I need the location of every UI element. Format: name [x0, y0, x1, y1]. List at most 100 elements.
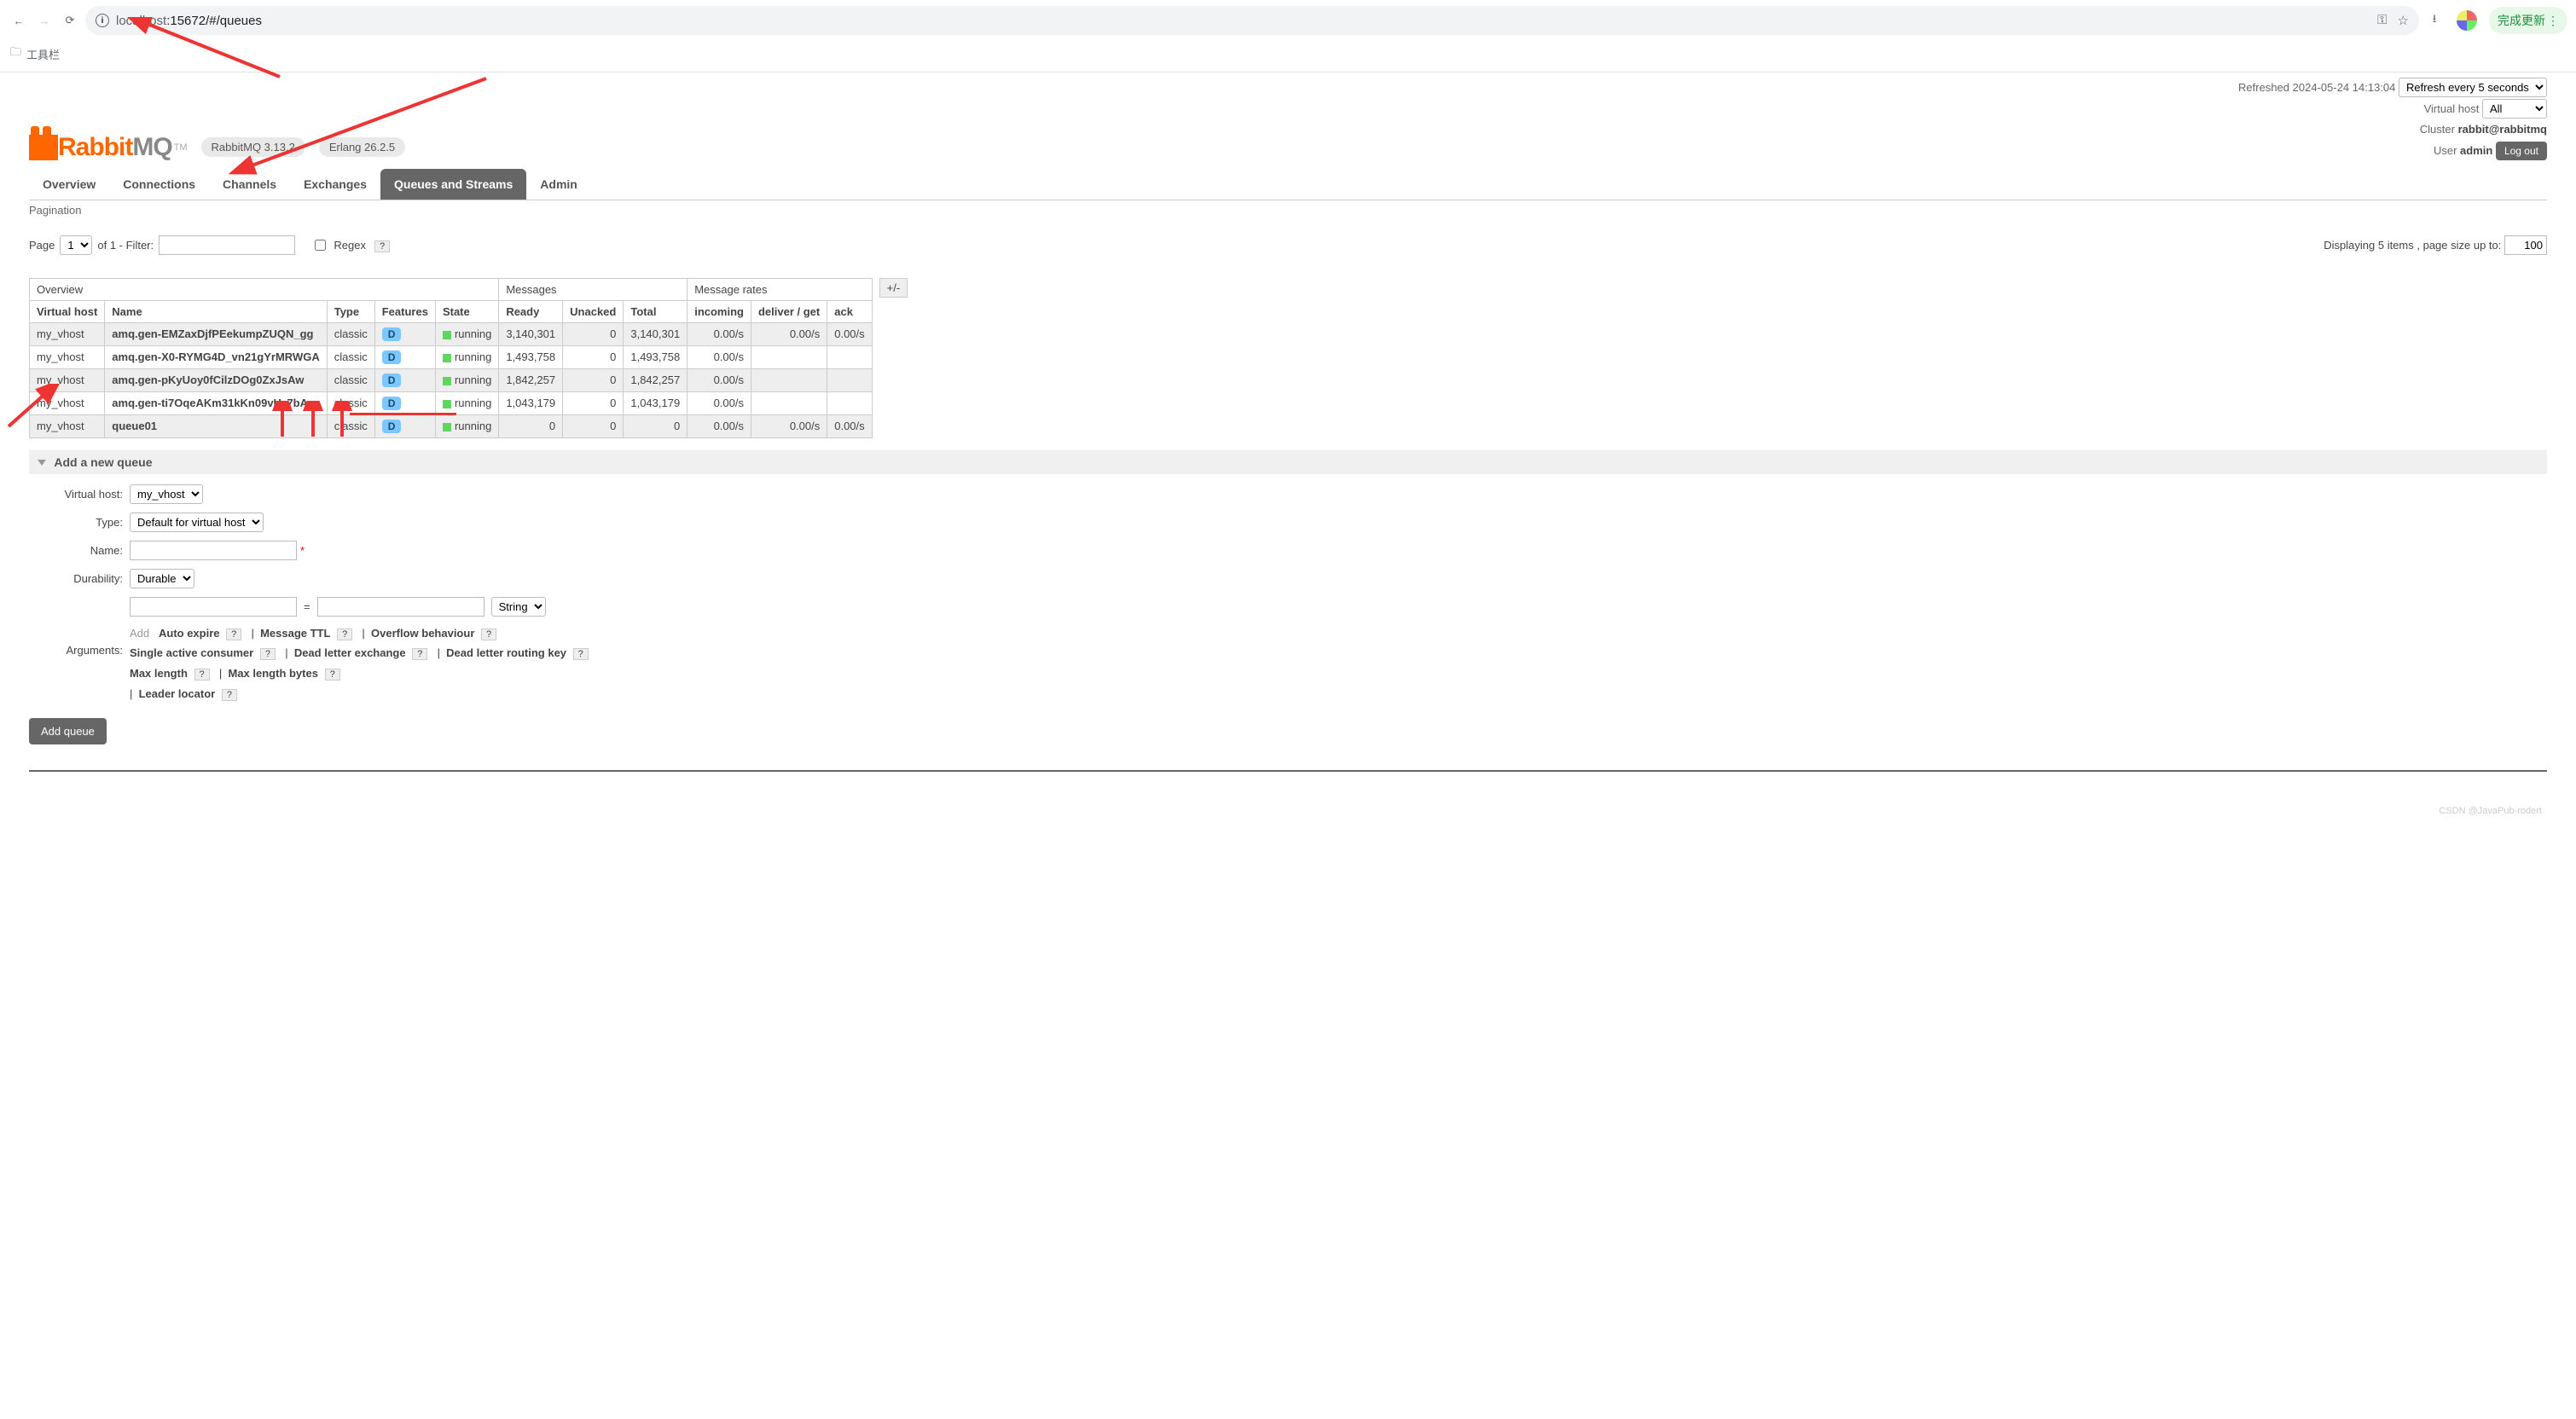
tab-connections[interactable]: Connections — [109, 169, 209, 200]
of-label: of 1 - Filter: — [97, 239, 154, 252]
help-icon[interactable]: ? — [222, 689, 237, 701]
back-icon[interactable]: ← — [9, 10, 29, 31]
refreshed-label: Refreshed — [2238, 81, 2289, 94]
form-vhost-select[interactable]: my_vhost — [130, 484, 203, 504]
regex-checkbox[interactable] — [315, 240, 326, 251]
footer-divider — [29, 770, 2547, 787]
durable-badge: D — [382, 327, 402, 341]
help-icon[interactable]: ? — [325, 669, 340, 681]
add-queue-section-header[interactable]: Add a new queue — [29, 450, 2547, 474]
queue-name-link[interactable]: queue01 — [105, 414, 327, 437]
site-info-icon[interactable]: i — [96, 14, 109, 27]
browser-update-button[interactable]: 完成更新 ⋮ — [2489, 7, 2567, 34]
quick-arg-leader-locator[interactable]: Leader locator — [139, 687, 216, 700]
form-durability-select[interactable]: Durable — [130, 569, 194, 588]
quick-arg-dead-letter-exchange[interactable]: Dead letter exchange — [294, 646, 406, 659]
url-bar[interactable]: i localhost:15672/#/queues ⚿ ☆ — [85, 6, 2419, 35]
cluster-value: rabbit@rabbitmq — [2458, 123, 2547, 136]
password-key-icon[interactable]: ⚿ — [2377, 13, 2387, 28]
bookmark-folder-icon[interactable]: 🗀 — [10, 44, 21, 63]
th-state[interactable]: State — [435, 300, 498, 322]
tab-overview[interactable]: Overview — [29, 169, 109, 200]
reload-icon[interactable]: ⟳ — [60, 10, 80, 31]
form-durability-label: Durability: — [29, 572, 123, 585]
page-label: Page — [29, 239, 55, 252]
regex-label: Regex — [334, 239, 366, 252]
refresh-interval-select[interactable]: Refresh every 5 seconds — [2399, 78, 2547, 97]
help-icon[interactable]: ? — [260, 648, 276, 660]
quick-arg-overflow-behaviour[interactable]: Overflow behaviour — [371, 627, 474, 640]
table-row: my_vhostamq.gen-ti7OqeAKm31kKn09vHz7bAcl… — [30, 391, 873, 414]
forward-icon[interactable]: → — [34, 10, 55, 31]
help-icon[interactable]: ? — [337, 628, 352, 640]
column-toggle-button[interactable]: +/- — [879, 278, 908, 298]
form-name-input[interactable] — [130, 541, 297, 560]
th-total[interactable]: Total — [624, 300, 688, 322]
tab-exchanges[interactable]: Exchanges — [290, 169, 380, 200]
help-icon[interactable]: ? — [573, 648, 589, 660]
th-name[interactable]: Name — [105, 300, 327, 322]
quick-arg-single-active-consumer[interactable]: Single active consumer — [130, 646, 253, 659]
table-row: my_vhostamq.gen-pKyUoy0fCilzDOg0ZxJsAwcl… — [30, 368, 873, 391]
annotation-underline — [350, 413, 456, 415]
th-incoming[interactable]: incoming — [688, 300, 751, 322]
tab-channels[interactable]: Channels — [209, 169, 290, 200]
arg-value-input[interactable] — [317, 597, 484, 617]
bookmark-folder-label[interactable]: 工具栏 — [26, 46, 60, 62]
page-select[interactable]: 1 — [60, 235, 92, 255]
quick-arg-dead-letter-routing-key[interactable]: Dead letter routing key — [446, 646, 566, 659]
help-icon[interactable]: ? — [481, 628, 496, 640]
logout-button[interactable]: Log out — [2496, 142, 2547, 160]
arg-key-input[interactable] — [130, 597, 297, 617]
queue-name-link[interactable]: amq.gen-X0-RYMG4D_vn21gYrMRWGA — [105, 345, 327, 368]
form-vhost-label: Virtual host: — [29, 488, 123, 501]
table-row: my_vhostamq.gen-X0-RYMG4D_vn21gYrMRWGAcl… — [30, 345, 873, 368]
erlang-pill: Erlang 26.2.5 — [319, 137, 405, 157]
help-icon[interactable]: ? — [226, 628, 241, 640]
star-icon[interactable]: ☆ — [2398, 13, 2409, 28]
queue-name-link[interactable]: amq.gen-pKyUoy0fCilzDOg0ZxJsAw — [105, 368, 327, 391]
quick-arg-max-length-bytes[interactable]: Max length bytes — [228, 667, 317, 680]
add-queue-button[interactable]: Add queue — [29, 718, 107, 744]
queue-name-link[interactable]: amq.gen-EMZaxDjfPEekumpZUQN_gg — [105, 322, 327, 345]
group-rates: Message rates — [688, 278, 872, 300]
display-count: Displaying 5 items , page size up to: — [2324, 239, 2501, 252]
quick-arg-auto-expire[interactable]: Auto expire — [159, 627, 220, 640]
table-row: my_vhostqueue01classicDrunning0000.00/s0… — [30, 414, 873, 437]
add-hint: Add — [130, 627, 149, 640]
table-row: my_vhostamq.gen-EMZaxDjfPEekumpZUQN_ggcl… — [30, 322, 873, 345]
th-type[interactable]: Type — [327, 300, 374, 322]
help-icon[interactable]: ? — [194, 669, 210, 681]
th-unacked[interactable]: Unacked — [563, 300, 624, 322]
url-text: localhost:15672/#/queues — [116, 14, 262, 28]
quick-arg-max-length[interactable]: Max length — [130, 667, 188, 680]
regex-help-icon[interactable]: ? — [374, 240, 390, 252]
pagination-label: Pagination — [29, 204, 2547, 217]
form-type-label: Type: — [29, 516, 123, 529]
vhost-label: Virtual host — [2424, 102, 2480, 115]
durable-badge: D — [382, 420, 402, 433]
quick-arg-message-ttl[interactable]: Message TTL — [260, 627, 330, 640]
avatar[interactable] — [2457, 10, 2477, 31]
th-features[interactable]: Features — [374, 300, 435, 322]
chevron-down-icon — [38, 460, 46, 466]
th-virtual-host[interactable]: Virtual host — [30, 300, 105, 322]
th-ack[interactable]: ack — [827, 300, 872, 322]
page-size-input[interactable] — [2504, 235, 2547, 255]
tab-admin[interactable]: Admin — [526, 169, 591, 200]
vhost-select[interactable]: All — [2482, 99, 2547, 119]
queue-name-link[interactable]: amq.gen-ti7OqeAKm31kKn09vHz7bA — [105, 391, 327, 414]
help-icon[interactable]: ? — [412, 648, 427, 660]
rabbitmq-logo: RabbitMQTM — [29, 133, 188, 162]
downloads-icon[interactable]: ⭳ — [2424, 10, 2445, 31]
th-deliver-get[interactable]: deliver / get — [751, 300, 827, 322]
durable-badge: D — [382, 374, 402, 387]
arg-type-select[interactable]: String — [491, 597, 546, 617]
filter-input[interactable] — [159, 235, 295, 255]
form-type-select[interactable]: Default for virtual host — [130, 513, 264, 532]
durable-badge: D — [382, 397, 402, 410]
tab-queues-and-streams[interactable]: Queues and Streams — [380, 169, 526, 200]
form-name-label: Name: — [29, 544, 123, 557]
th-ready[interactable]: Ready — [499, 300, 563, 322]
cluster-label: Cluster — [2420, 123, 2455, 136]
